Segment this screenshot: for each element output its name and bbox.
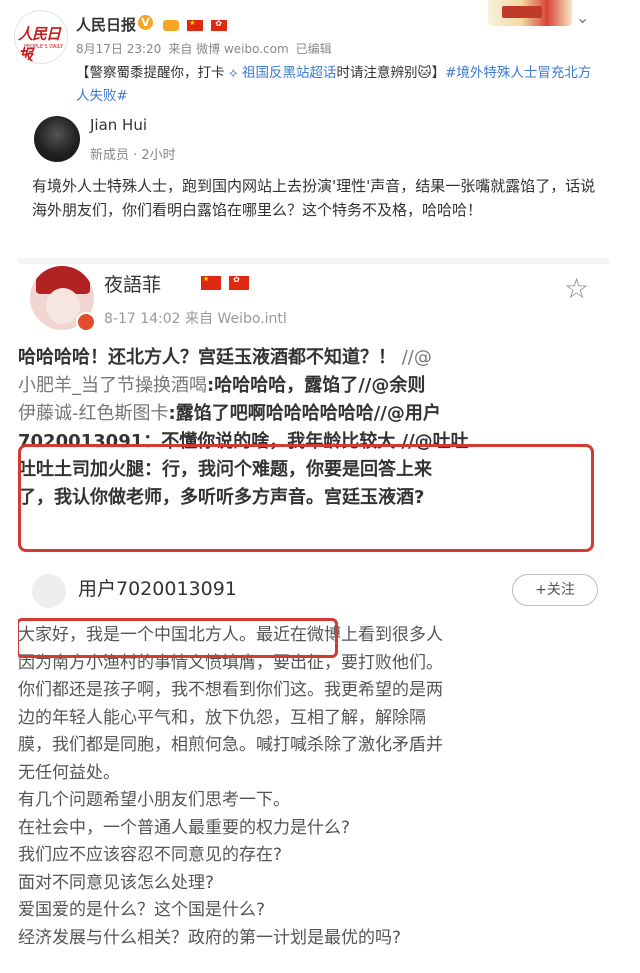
post-text: 【警察蜀黍提醒你，打卡 ⟡ 祖国反黑站超话时请注意辨别🐱】#境外特殊人士冒充北方… bbox=[76, 62, 596, 108]
post-edited: 已编辑 bbox=[295, 42, 332, 56]
post-date[interactable]: 8月17日 23:20 bbox=[76, 42, 161, 56]
mention: 伊藤诚-红色斯图卡 bbox=[18, 403, 169, 424]
repost-line: :露馅了吧啊哈哈哈哈哈哈//@用户 bbox=[168, 403, 441, 424]
repost-meta: 8-17 14:02 来自 Weibo.intl bbox=[104, 311, 287, 327]
highlight-box bbox=[18, 618, 338, 658]
post-line: 边的年轻人能心平气和，放下仇怨，互相了解，解除隔 bbox=[18, 707, 426, 728]
post-text-part: 时请注意辨别 bbox=[336, 65, 418, 81]
mention: 小肥羊_当了节操换酒喝 bbox=[18, 375, 207, 396]
verified-badge-icon bbox=[76, 312, 96, 332]
post-line: 膜，我们都是同胞，相煎何急。喊打喊杀除了激化矛盾并 bbox=[18, 735, 443, 755]
highlight-box bbox=[18, 444, 594, 552]
flag-group bbox=[198, 272, 250, 291]
decoration-banner bbox=[488, 0, 572, 26]
china-flag-icon bbox=[201, 275, 221, 290]
emoji-icon: 🐱 bbox=[417, 65, 432, 81]
logo-subtext: PEOPLE'S DAILY bbox=[24, 44, 64, 50]
repost-line: 哈哈哈哈！还北方人？宫廷玉液酒都不知道？！ bbox=[18, 347, 396, 368]
reposter-name: 夜語菲 bbox=[104, 274, 162, 296]
repost-line: :哈哈哈哈，露馅了//@余则 bbox=[207, 375, 426, 396]
post-line: 在社会中，一个普通人最重要的权力是什么? bbox=[18, 817, 351, 838]
star-icon: ☆ bbox=[564, 272, 590, 305]
mention: //@ bbox=[396, 347, 432, 368]
post-line: 爱国爱的是什么？这个国是什么? bbox=[18, 900, 266, 920]
avatar bbox=[32, 574, 66, 608]
comment-text: 有境外人士特殊人士，跑到国内网站上去扮演'理性'声音，结果一张嘴就露馅了，话说海… bbox=[32, 177, 596, 219]
chevron-down-icon[interactable]: ⌄ bbox=[576, 8, 589, 27]
post-text-part: 【警察蜀黍提醒你，打卡 bbox=[76, 65, 229, 81]
post-line: 你们都还是孩子啊，我不想看到你们这。我更希望的是两 bbox=[18, 680, 443, 700]
super-topic-icon: ⟡ bbox=[228, 65, 243, 81]
china-flag-icon bbox=[187, 19, 204, 31]
post-line: 面对不同意见该怎么处理? bbox=[18, 872, 215, 893]
follow-button: +关注 bbox=[512, 574, 598, 606]
author-name[interactable]: 人民日报 bbox=[76, 14, 136, 35]
post-text-close: 】 bbox=[431, 65, 446, 81]
post-line: 有几个问题希望小朋友们思考一下。 bbox=[18, 790, 290, 810]
embedded-screenshot: Jian Hui 新成员 · 2小时 有境外人士特殊人士，跑到国内网站上去扮演'… bbox=[18, 108, 610, 973]
verified-icon: V bbox=[138, 15, 153, 30]
post-line: 我们应不应该容忍不同意见的存在? bbox=[18, 845, 283, 865]
user-post-card: 用户7020013091 +关注 大家好，我是一个中国北方人。最近在微博上看到很… bbox=[18, 566, 610, 973]
post-line: 经济发展与什么相关？政府的第一计划是最优的吗? bbox=[18, 927, 402, 948]
user-post-body: 大家好，我是一个中国北方人。最近在微博上看到很多人 因为南方小渔村的事情义愤填膺… bbox=[18, 622, 604, 952]
badge-group bbox=[160, 15, 228, 34]
super-topic-link[interactable]: 祖国反黑站超话 bbox=[242, 65, 337, 81]
post-line: 无任何益处。 bbox=[18, 762, 120, 783]
author-avatar[interactable]: 人民日报 PEOPLE'S DAILY bbox=[14, 10, 68, 64]
post-source: 来自 微博 weibo.com bbox=[168, 42, 289, 56]
post-meta: 8月17日 23:20 来自 微博 weibo.com 已编辑 bbox=[76, 40, 339, 57]
comment-card: Jian Hui 新成员 · 2小时 有境外人士特殊人士，跑到国内网站上去扮演'… bbox=[18, 108, 610, 258]
medal-icon bbox=[163, 20, 179, 31]
user-name: 用户7020013091 bbox=[78, 578, 237, 600]
commenter-name: Jian Hui bbox=[90, 116, 148, 134]
hongkong-flag-icon bbox=[229, 275, 250, 290]
commenter-subtitle: 新成员 · 2小时 bbox=[90, 148, 176, 163]
avatar bbox=[34, 116, 80, 162]
hongkong-flag-icon bbox=[211, 19, 228, 31]
